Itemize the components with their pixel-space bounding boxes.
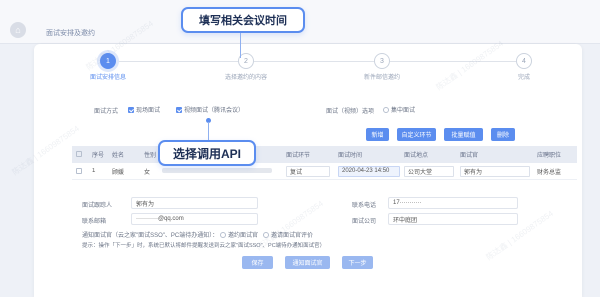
notify-option-invite[interactable]: 邀约面试官 — [219, 232, 258, 239]
add-button[interactable]: 新增 — [366, 128, 389, 141]
header-name: 姓名 — [112, 153, 125, 159]
header-select[interactable] — [72, 151, 88, 158]
step-connector — [116, 61, 246, 62]
callout-fill-meeting-time: 填写相关会议时间 — [181, 7, 305, 33]
notify-option-invite-label: 邀约面试官 — [227, 233, 258, 239]
delete-button[interactable]: 删除 — [491, 128, 515, 141]
company-input[interactable]: 环中庭团 — [388, 213, 518, 225]
phone-input[interactable]: 17··········· — [388, 197, 518, 209]
radio-unchecked-icon — [383, 107, 389, 114]
email-label: 联系邮箱 — [82, 219, 107, 225]
radio-icon — [219, 232, 226, 239]
table-row[interactable]: 1 顾媛 女 复试 2020-04-23 14:50 公司大堂 郭有为 财务总监 — [72, 163, 577, 180]
place-input[interactable]: 公司大堂 — [404, 165, 454, 177]
header-index: 序号 — [92, 153, 105, 159]
save-button[interactable]: 保存 — [242, 256, 273, 269]
header-position: 应聘职位 — [537, 153, 562, 159]
row-name: 顾媛 — [112, 169, 125, 176]
interviewer-select[interactable]: 郭有为 — [460, 165, 530, 177]
step-1-label: 面试安排信息 — [89, 75, 126, 81]
notify-interviewer-button[interactable]: 通知面试官 — [285, 256, 330, 269]
step-4-dot: 4 — [516, 53, 532, 69]
header-interviewer: 面试官 — [460, 153, 479, 159]
step-2-label: 选择邀约的内容 — [224, 75, 267, 81]
header-time: 面试时间 — [338, 153, 363, 159]
video-option-group-label: 集中面试 — [391, 108, 416, 114]
step-4-label: 完成 — [517, 75, 530, 81]
company-label: 面试公司 — [352, 219, 377, 225]
step-3-label: 新件邮信邀约 — [363, 75, 400, 81]
phone-label: 联系电话 — [352, 203, 377, 209]
email-input[interactable]: ···········@qq.com — [131, 213, 258, 225]
step-connector — [254, 61, 374, 62]
notify-hint: 提示：操作「下一步」时，系统已默认将邮件提醒发送到云之家"面试SSO"、PC端待… — [82, 243, 326, 249]
method-option-video[interactable]: 视频面试（腾讯会议） — [176, 105, 244, 114]
time-input[interactable]: 2020-04-23 14:50 — [338, 165, 400, 177]
table-header: 序号 姓名 性别 面试环节 面试时间 面试地点 面试官 应聘职位 — [72, 146, 577, 163]
candidate-table: 序号 姓名 性别 面试环节 面试时间 面试地点 面试官 应聘职位 1 顾媛 女 … — [72, 146, 577, 180]
checkbox-icon — [76, 167, 82, 174]
header-stage: 面试环节 — [286, 153, 311, 159]
header-gender: 性别 — [144, 153, 157, 159]
step-connector — [390, 61, 516, 62]
callout-pointer — [208, 122, 209, 140]
redacted-block — [162, 167, 272, 173]
arranger-label: 面试跟踪人 — [82, 203, 113, 209]
custom-stage-button[interactable]: 自定义环节 — [397, 128, 436, 141]
step-3-dot: 3 — [374, 53, 390, 69]
callout-pointer — [240, 33, 241, 58]
row-redacted — [158, 167, 282, 175]
method-option-video-label: 视频面试（腾讯会议） — [184, 108, 245, 114]
checkbox-checked-icon — [176, 107, 182, 114]
method-label: 面试方式 — [94, 109, 119, 115]
checkbox-checked-icon — [128, 107, 134, 114]
row-gender: 女 — [144, 169, 151, 176]
next-step-button[interactable]: 下一步 — [342, 256, 373, 269]
row-interviewer[interactable]: 郭有为 — [456, 165, 533, 177]
row-select[interactable] — [72, 167, 88, 175]
notify-text: 通知面试官（云之家"面试SSO"、PC端待办通知）： — [82, 233, 219, 239]
home-icon[interactable]: ⌂ — [10, 22, 26, 38]
stage-select[interactable]: 复试 — [286, 165, 330, 177]
row-stage[interactable]: 复试 — [282, 165, 334, 177]
batch-assign-button[interactable]: 批量赋值 — [444, 128, 483, 141]
checkbox-icon — [76, 151, 82, 158]
row-index: 1 — [92, 168, 96, 174]
row-position: 财务总监 — [537, 169, 562, 176]
method-option-onsite[interactable]: 现场面试 — [128, 105, 160, 114]
video-option-label: 面试（视频）选项 — [326, 109, 375, 115]
method-option-onsite-label: 现场面试 — [136, 108, 161, 114]
video-option-group[interactable]: 集中面试 — [383, 105, 415, 114]
row-place[interactable]: 公司大堂 — [400, 165, 456, 177]
callout-select-api: 选择调用API — [158, 140, 256, 166]
step-progress: 1 2 3 4 面试安排信息 选择邀约的内容 新件邮信邀约 完成 — [60, 52, 580, 92]
header-place: 面试地点 — [404, 153, 429, 159]
arranger-input[interactable]: 郭有为 — [131, 197, 258, 209]
row-time[interactable]: 2020-04-23 14:50 — [334, 165, 400, 177]
breadcrumb[interactable]: 面试安排及邀约 — [46, 28, 95, 38]
